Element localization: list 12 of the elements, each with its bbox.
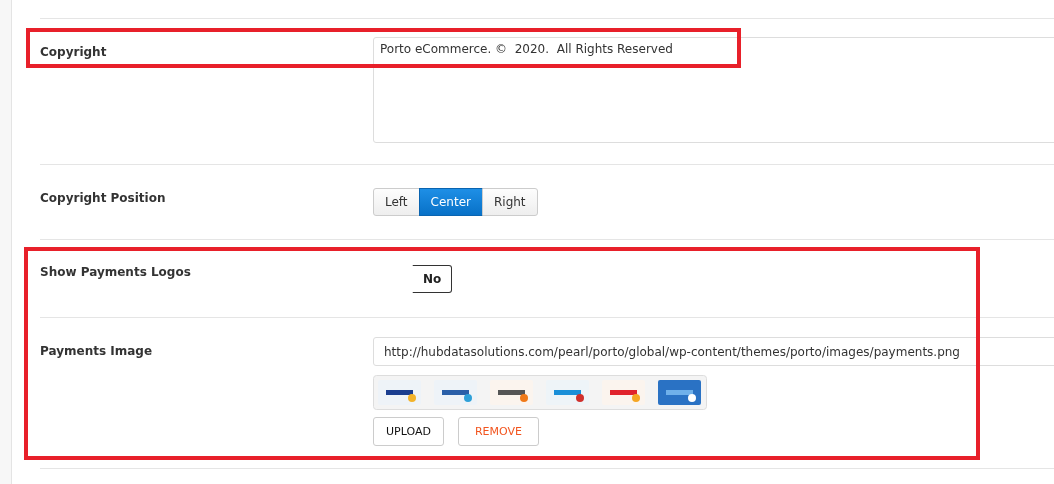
upload-button[interactable]: UPLOAD (373, 417, 444, 446)
remove-button[interactable]: REMOVE (457, 417, 539, 446)
toggle-button[interactable]: No (412, 265, 453, 293)
field-label: Copyright Position (40, 190, 167, 207)
field-label: Copyright (40, 44, 108, 61)
url-field[interactable]: http://hubdatasolutions.com/pearl/porto/global/wp-content/themes/porto/images/payments.png (373, 337, 1054, 366)
copyright-textarea[interactable]: Porto eCommerce. © 2020. All Rights Reserved (373, 37, 1054, 143)
position-option[interactable]: Right (481, 188, 538, 216)
field-label: Payments Image (40, 343, 154, 360)
field-label: Show Payments Logos (40, 265, 192, 281)
position-option[interactable]: Left (373, 188, 420, 216)
position-option[interactable]: Center (418, 188, 483, 216)
